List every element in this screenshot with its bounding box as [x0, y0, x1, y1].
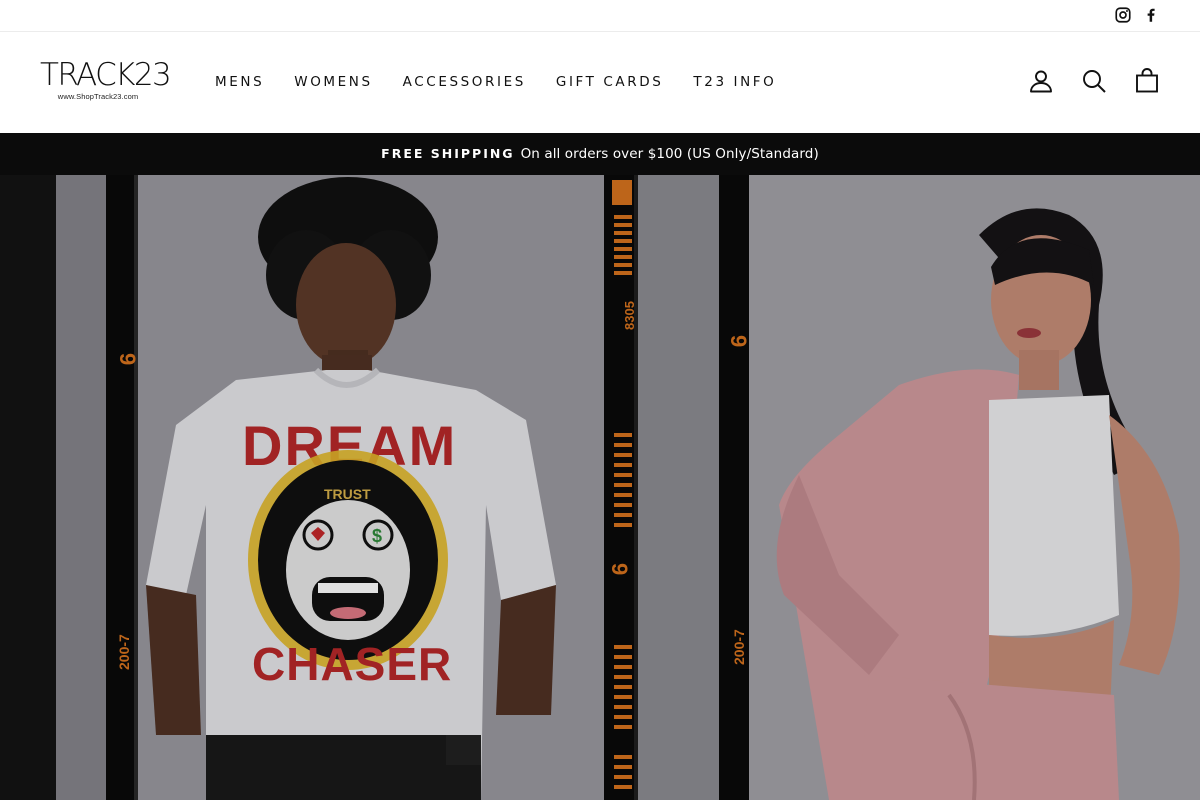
announcement-text: On all orders over $100 (US Only/Standar…	[520, 146, 819, 162]
utility-bar	[0, 0, 1200, 32]
facebook-icon[interactable]	[1142, 6, 1160, 24]
hero-banner[interactable]: 9 200-7 8305 9 DREAM $ TRUST CHASER 9 20…	[0, 175, 1200, 800]
film-mark: 9	[115, 353, 140, 365]
svg-text:$: $	[372, 526, 382, 546]
shirt-badge: TRUST	[324, 486, 371, 502]
brand-name: TRACK23	[40, 57, 172, 93]
film-mark: 200-7	[731, 629, 747, 665]
film-mark: 9	[726, 335, 751, 347]
film-mark: 9	[607, 563, 632, 575]
womens-photo: 9 200-7	[719, 175, 1200, 800]
announcement-bar[interactable]: FREE SHIPPING On all orders over $100 (US…	[0, 133, 1200, 175]
brand-url: www.ShopTrack23.com	[57, 92, 139, 101]
nav-item-gift-cards[interactable]: GIFT CARDS	[556, 72, 664, 92]
brand-logo[interactable]: TRACK23 www.ShopTrack23.com	[40, 58, 182, 106]
main-nav: MENS WOMENS ACCESSORIES GIFT CARDS T23 I…	[215, 72, 806, 92]
shirt-text-bottom: CHASER	[252, 638, 452, 690]
hero-image-womens[interactable]: 9 200-7	[719, 175, 1200, 800]
mens-photo: 9 200-7 8305 9 DREAM $ TRUST CHASER	[56, 175, 719, 800]
nav-item-mens[interactable]: MENS	[215, 72, 264, 92]
header-icons	[1028, 68, 1160, 94]
search-icon[interactable]	[1081, 68, 1107, 94]
hero-image-mens[interactable]: 9 200-7 8305 9 DREAM $ TRUST CHASER	[56, 175, 719, 800]
site-header: TRACK23 www.ShopTrack23.com MENS WOMENS …	[0, 32, 1200, 133]
announcement-title: FREE SHIPPING	[381, 146, 515, 161]
bag-icon[interactable]	[1134, 68, 1160, 94]
nav-item-accessories[interactable]: ACCESSORIES	[403, 72, 526, 92]
user-icon[interactable]	[1028, 68, 1054, 94]
film-mark: 8305	[622, 301, 637, 330]
nav-item-t23-info[interactable]: T23 INFO	[693, 72, 776, 92]
film-mark: 200-7	[116, 634, 132, 670]
social-links	[1114, 6, 1160, 24]
nav-item-womens[interactable]: WOMENS	[294, 72, 372, 92]
instagram-icon[interactable]	[1114, 6, 1132, 24]
